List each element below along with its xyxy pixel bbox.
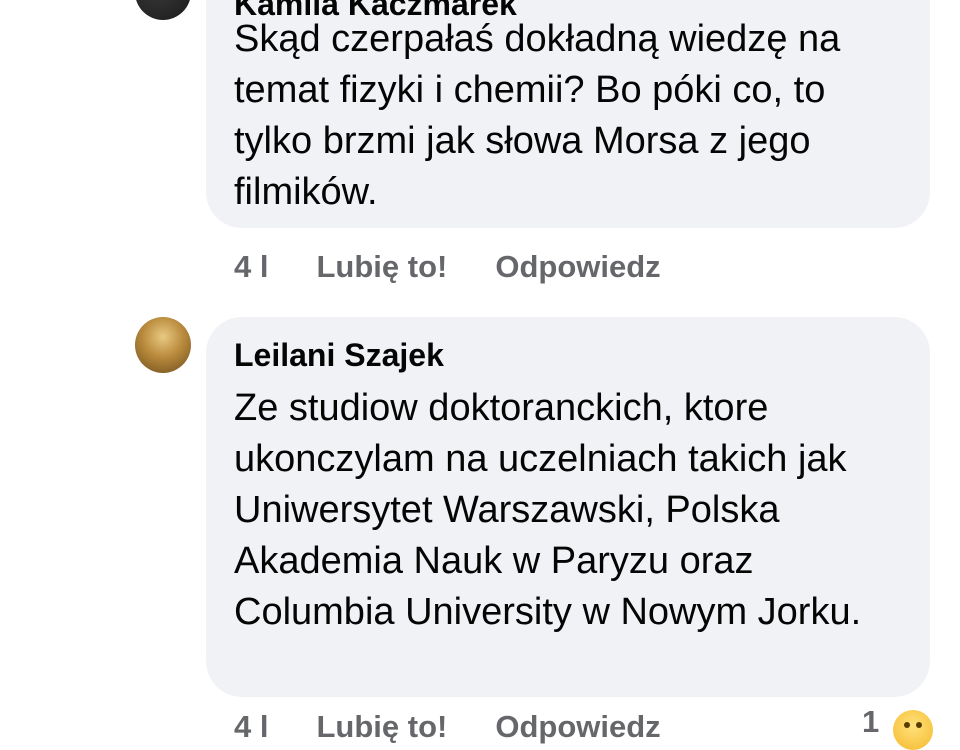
reaction-count[interactable]: 1: [862, 704, 879, 740]
haha-emoji-icon[interactable]: [893, 710, 933, 750]
like-button[interactable]: Lubię to!: [316, 709, 447, 745]
comment-author-name[interactable]: Leilani Szajek: [234, 335, 444, 375]
comment-timestamp[interactable]: 4 l: [234, 709, 268, 745]
comment-text: Ze studiow doktoranckich, ktore ukonczyl…: [234, 387, 862, 633]
commenter-avatar[interactable]: [135, 0, 191, 20]
reply-button[interactable]: Odpowiedz: [495, 249, 660, 285]
comment-bubble: Leilani Szajek Ze studiow doktoranckich,…: [206, 317, 930, 697]
comment-actions: 4 l Lubię to! Odpowiedz: [234, 246, 661, 288]
like-button[interactable]: Lubię to!: [316, 249, 447, 285]
comment-timestamp[interactable]: 4 l: [234, 249, 268, 285]
commenter-avatar[interactable]: [135, 317, 191, 373]
comment-bubble: Kamila Kaczmarek Skąd czerpałaś dokładną…: [206, 0, 930, 228]
comment-text: Skąd czerpałaś dokładną wiedzę na temat …: [234, 18, 841, 213]
comment-actions: 4 l Lubię to! Odpowiedz: [234, 706, 661, 748]
reply-button[interactable]: Odpowiedz: [495, 709, 660, 745]
